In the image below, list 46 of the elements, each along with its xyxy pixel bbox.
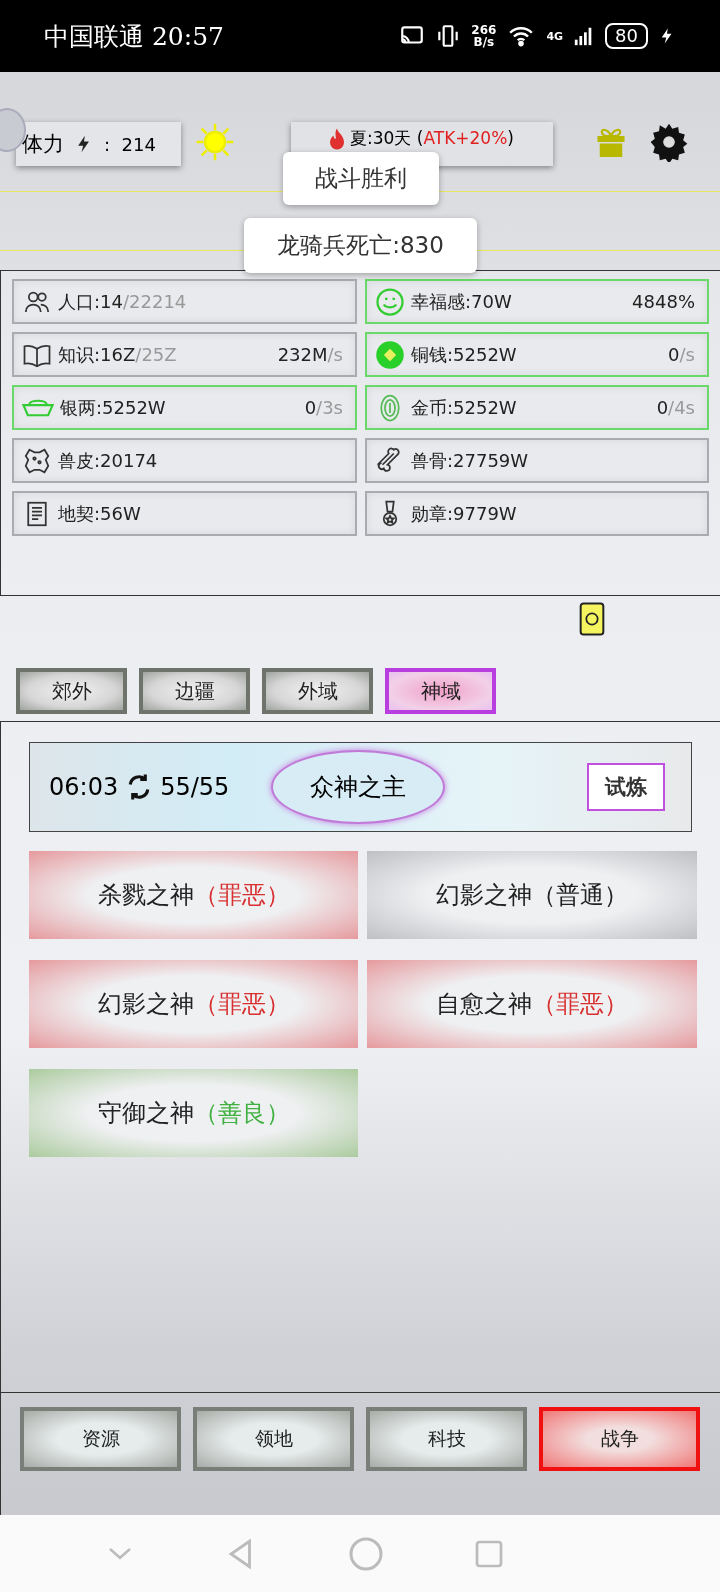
smiley-icon: [375, 286, 405, 317]
resource-amount: 金币:5252W: [411, 395, 518, 420]
region-tab[interactable]: 外域: [262, 668, 373, 714]
resource-amount: 银两:5252W: [60, 395, 167, 420]
carrier-time: 中国联通 20:57: [44, 20, 225, 53]
attempt-count: 55/55: [160, 773, 230, 801]
toast-message: 龙骑兵死亡:830: [244, 218, 477, 273]
resource-amount: 地契:56W: [58, 501, 142, 526]
nav-button[interactable]: 领地: [193, 1407, 354, 1471]
nav-button[interactable]: 资源: [20, 1407, 181, 1471]
settings-icon: [649, 122, 689, 162]
resource-rate: 0/s: [668, 344, 695, 365]
resource-amount: 铜钱:5252W: [411, 342, 518, 367]
resource-rate: 0/3s: [304, 397, 343, 418]
battery-level: 80: [605, 23, 648, 49]
boss-name[interactable]: 众神之主: [271, 750, 446, 824]
stamina-display: 体力 : 214: [16, 122, 181, 166]
resource-amount: 知识:16Z/25Z: [58, 342, 178, 367]
fire-icon: [330, 128, 345, 150]
network-type: 4G: [546, 29, 564, 43]
region-tab[interactable]: 郊外: [16, 668, 127, 714]
resource-amount: 兽骨:27759W: [411, 448, 530, 473]
region-tab[interactable]: 边疆: [139, 668, 250, 714]
resource-rate: 4848%: [632, 291, 695, 312]
countdown-timer: 06:03: [49, 773, 119, 801]
sun-icon: [195, 122, 235, 162]
nav-button[interactable]: 战争: [539, 1407, 700, 1471]
region-tab[interactable]: 神域: [385, 668, 496, 714]
ingot-icon: [22, 398, 54, 417]
network-speed: 266 B/s: [471, 24, 497, 48]
coin-icon: [375, 339, 405, 370]
resource-amount: 勋章:9779W: [411, 501, 518, 526]
resource-amount: 兽皮:20174: [58, 448, 159, 473]
toast-message: 战斗胜利: [283, 152, 439, 205]
resource-rate: 0/4s: [656, 397, 695, 418]
god-card[interactable]: 幻影之神（罪恶）: [29, 960, 358, 1048]
god-card[interactable]: 守御之神（善良）: [29, 1069, 358, 1157]
resource-amount: 幸福感:70W: [411, 289, 513, 314]
god-card[interactable]: 自愈之神（罪恶）: [367, 960, 697, 1048]
nav-button[interactable]: 科技: [366, 1407, 527, 1471]
god-card[interactable]: 幻影之神（普通）: [367, 851, 697, 939]
resource-rate: 232M/s: [277, 344, 343, 365]
resource-amount: 人口:14/22214: [58, 289, 188, 314]
god-card[interactable]: 杀戮之神（罪恶）: [29, 851, 358, 939]
home-icon: [347, 1535, 384, 1572]
trial-button[interactable]: 试炼: [587, 763, 665, 811]
